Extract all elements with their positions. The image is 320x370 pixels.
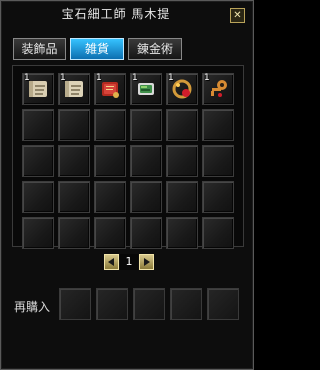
- item-slot[interactable]: [94, 181, 126, 213]
- item-slot[interactable]: [202, 217, 234, 249]
- item-slot[interactable]: [166, 109, 198, 141]
- item-count: 1: [132, 73, 138, 83]
- window-title: 宝石細工師 馬木提: [61, 7, 171, 21]
- close-icon: ✕: [233, 10, 242, 21]
- item-slot[interactable]: [130, 109, 162, 141]
- item-slot[interactable]: [94, 109, 126, 141]
- item-slot[interactable]: 1: [94, 73, 126, 105]
- item-slot[interactable]: [58, 145, 90, 177]
- item-slot[interactable]: 1: [202, 73, 234, 105]
- npc-shop-window: 宝石細工師 馬木提 ✕ 装飾品 雑貨 錬金術 1 1 1 1 1 1 1 再購入: [0, 0, 254, 370]
- item-count: 1: [60, 73, 66, 83]
- item-count: 1: [96, 73, 102, 83]
- page-navigator: 1: [104, 254, 154, 270]
- tab-accessories[interactable]: 装飾品: [13, 38, 66, 60]
- item-slot[interactable]: 1: [130, 73, 162, 105]
- item-slot[interactable]: [58, 217, 90, 249]
- close-button[interactable]: ✕: [230, 8, 245, 23]
- item-slot[interactable]: [94, 145, 126, 177]
- item-slot[interactable]: [166, 217, 198, 249]
- tab-alchemy[interactable]: 錬金術: [128, 38, 182, 60]
- rebuy-slot[interactable]: [96, 288, 128, 320]
- item-slot[interactable]: 1: [22, 73, 54, 105]
- rebuy-label: 再購入: [14, 300, 51, 314]
- prev-page-button[interactable]: [104, 254, 119, 270]
- tab-misc[interactable]: 雑貨: [70, 38, 124, 60]
- item-slot[interactable]: 1: [166, 73, 198, 105]
- item-slot[interactable]: [22, 217, 54, 249]
- rebuy-slot[interactable]: [207, 288, 239, 320]
- item-slot[interactable]: 1: [58, 73, 90, 105]
- item-count: 1: [24, 73, 30, 83]
- item-slot[interactable]: [130, 181, 162, 213]
- rebuy-slot[interactable]: [133, 288, 165, 320]
- chevron-right-icon: [144, 258, 150, 266]
- item-slot[interactable]: [94, 217, 126, 249]
- item-slot[interactable]: [202, 145, 234, 177]
- rebuy-slot[interactable]: [170, 288, 202, 320]
- item-grid: 1 1 1 1 1 1: [12, 65, 244, 249]
- item-slot[interactable]: [166, 181, 198, 213]
- rebuy-slots: [59, 288, 243, 324]
- item-slot[interactable]: [22, 109, 54, 141]
- item-slot[interactable]: [130, 145, 162, 177]
- item-slot[interactable]: [202, 181, 234, 213]
- item-slot[interactable]: [58, 109, 90, 141]
- page-number: 1: [120, 254, 138, 270]
- item-slot[interactable]: [22, 145, 54, 177]
- next-page-button[interactable]: [139, 254, 154, 270]
- item-count: 1: [168, 73, 174, 83]
- item-slot[interactable]: [130, 217, 162, 249]
- rebuy-slot[interactable]: [59, 288, 91, 320]
- item-slot[interactable]: [166, 145, 198, 177]
- item-slot[interactable]: [58, 181, 90, 213]
- item-slot[interactable]: [22, 181, 54, 213]
- chevron-left-icon: [108, 258, 114, 266]
- item-slot[interactable]: [202, 109, 234, 141]
- item-count: 1: [204, 73, 210, 83]
